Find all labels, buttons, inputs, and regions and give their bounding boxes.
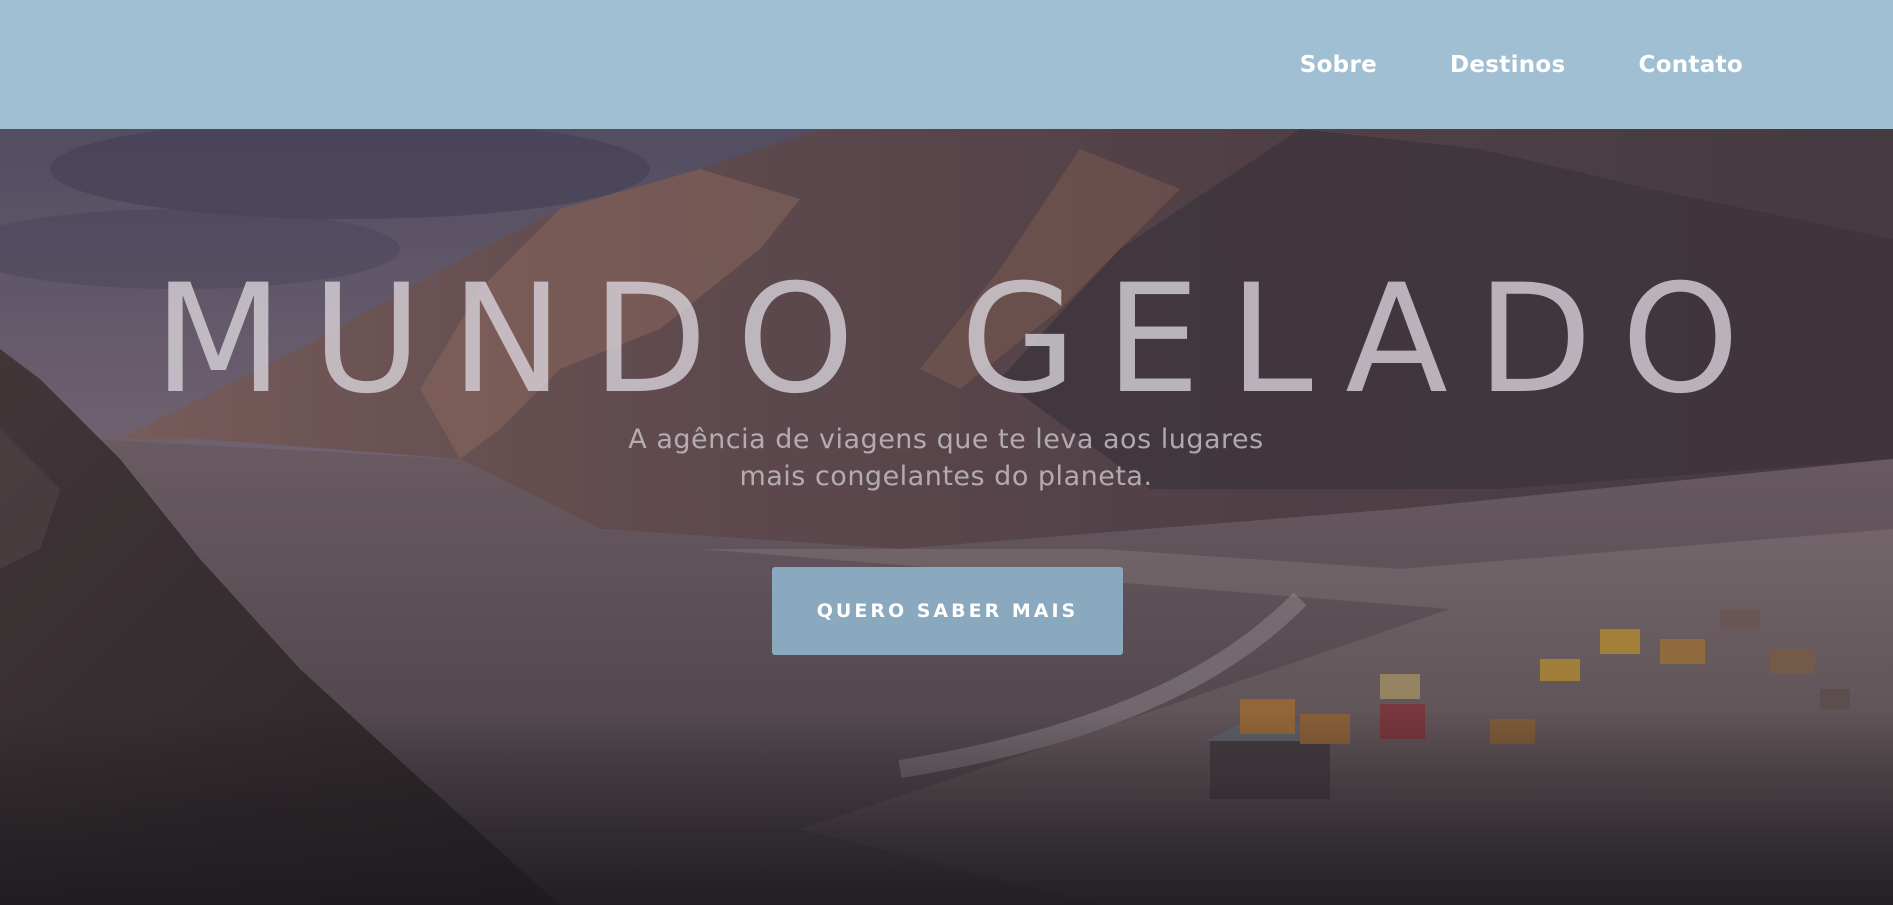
navbar: Sobre Destinos Contato xyxy=(0,0,1893,129)
hero-section: MUNDO GELADO A agência de viagens que te… xyxy=(0,129,1893,905)
nav-link-contato[interactable]: Contato xyxy=(1639,52,1743,78)
hero-title: MUNDO GELADO xyxy=(153,253,1769,427)
hero-subtitle-line-1: A agência de viagens que te leva aos lug… xyxy=(628,424,1264,455)
hero-subtitle-line-2: mais congelantes do planeta. xyxy=(739,461,1153,492)
hero-content: MUNDO GELADO A agência de viagens que te… xyxy=(0,129,1893,905)
nav-link-sobre[interactable]: Sobre xyxy=(1300,52,1377,78)
cta-button[interactable]: QUERO SABER MAIS xyxy=(772,567,1123,655)
nav-link-destinos[interactable]: Destinos xyxy=(1450,52,1566,78)
hero-subtitle: A agência de viagens que te leva aos lug… xyxy=(596,421,1296,495)
